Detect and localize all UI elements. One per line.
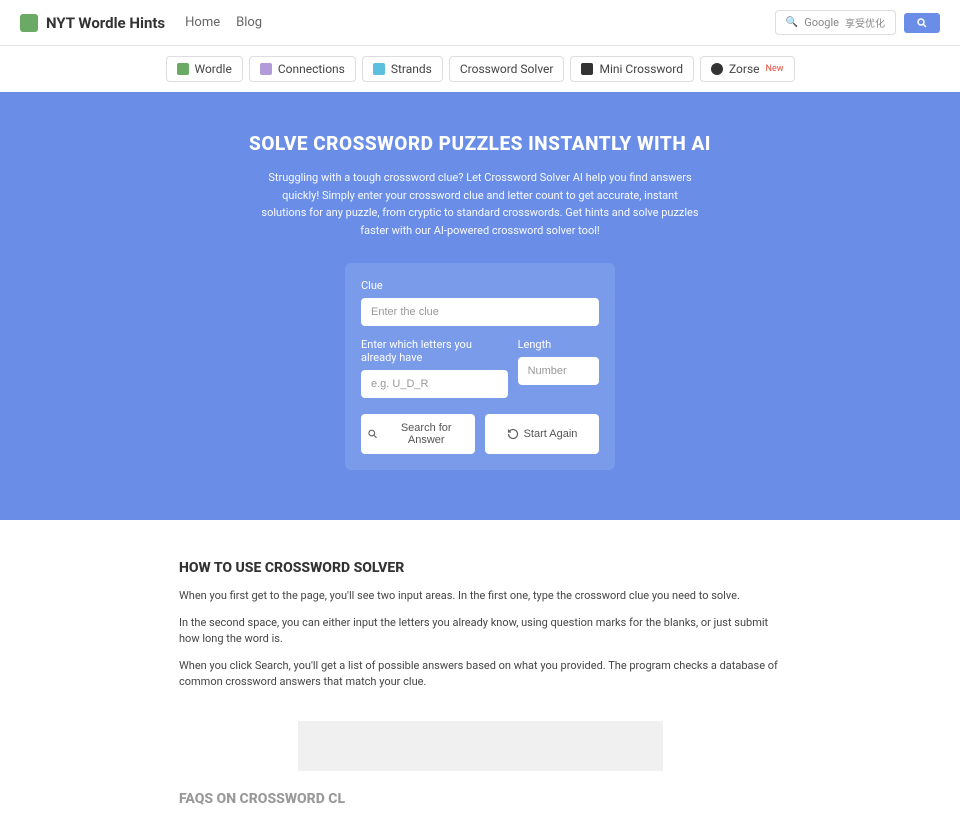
google-cse-box[interactable]: 🔍 Google 享受优化: [775, 10, 896, 35]
tab-strands[interactable]: Strands: [362, 56, 443, 82]
tab-wordle[interactable]: Wordle: [166, 56, 243, 82]
search-icon: [367, 428, 378, 440]
letters-input[interactable]: [361, 370, 508, 398]
google-icon: 🔍: [786, 17, 798, 28]
length-input[interactable]: [518, 357, 599, 385]
tab-crossword-solver[interactable]: Crossword Solver: [449, 56, 565, 82]
google-sublabel: 享受优化: [845, 15, 885, 30]
howto-title: HOW TO USE CROSSWORD SOLVER: [179, 560, 781, 576]
logo[interactable]: NYT Wordle Hints: [20, 14, 165, 32]
main-nav: Home Blog: [185, 15, 262, 30]
google-label: Google: [804, 16, 839, 29]
refresh-icon: [507, 428, 519, 440]
tab-zorse[interactable]: Zorse New: [700, 56, 795, 82]
clue-input[interactable]: [361, 298, 599, 326]
search-answer-button[interactable]: Search for Answer: [361, 414, 475, 454]
faq-title: FAQS ON CROSSWORD CL: [179, 791, 781, 807]
solver-form: Clue Enter which letters you already hav…: [345, 263, 615, 470]
logo-text: NYT Wordle Hints: [46, 14, 165, 32]
tab-mini-crossword[interactable]: Mini Crossword: [570, 56, 694, 82]
howto-p1: When you first get to the page, you'll s…: [179, 588, 781, 605]
howto-p3: When you click Search, you'll get a list…: [179, 658, 781, 691]
new-badge: New: [766, 64, 784, 74]
mini-crossword-icon: [581, 63, 593, 75]
hero-section: SOLVE CROSSWORD PUZZLES INSTANTLY WITH A…: [0, 92, 960, 520]
game-tabs: Wordle Connections Strands Crossword Sol…: [0, 46, 960, 92]
site-header: NYT Wordle Hints Home Blog 🔍 Google 享受优化: [0, 0, 960, 46]
zorse-icon: [711, 63, 723, 75]
nav-home[interactable]: Home: [185, 15, 220, 30]
ad-placeholder: [298, 721, 663, 771]
wordle-icon: [177, 63, 189, 75]
length-label: Length: [518, 338, 599, 351]
strands-icon: [373, 63, 385, 75]
faq-section: FAQS ON CROSSWORD CL: [155, 771, 805, 839]
hero-description: Struggling with a tough crossword clue? …: [260, 169, 700, 239]
search-icon: [916, 17, 928, 29]
hero-title: SOLVE CROSSWORD PUZZLES INSTANTLY WITH A…: [20, 132, 940, 155]
start-again-button[interactable]: Start Again: [485, 414, 599, 454]
howto-p2: In the second space, you can either inpu…: [179, 615, 781, 648]
howto-section: HOW TO USE CROSSWORD SOLVER When you fir…: [155, 540, 805, 721]
letters-label: Enter which letters you already have: [361, 338, 508, 364]
search-button[interactable]: [904, 13, 940, 33]
clue-label: Clue: [361, 279, 599, 292]
logo-icon: [20, 14, 38, 32]
connections-icon: [260, 63, 272, 75]
tab-connections[interactable]: Connections: [249, 56, 356, 82]
nav-blog[interactable]: Blog: [236, 15, 262, 30]
